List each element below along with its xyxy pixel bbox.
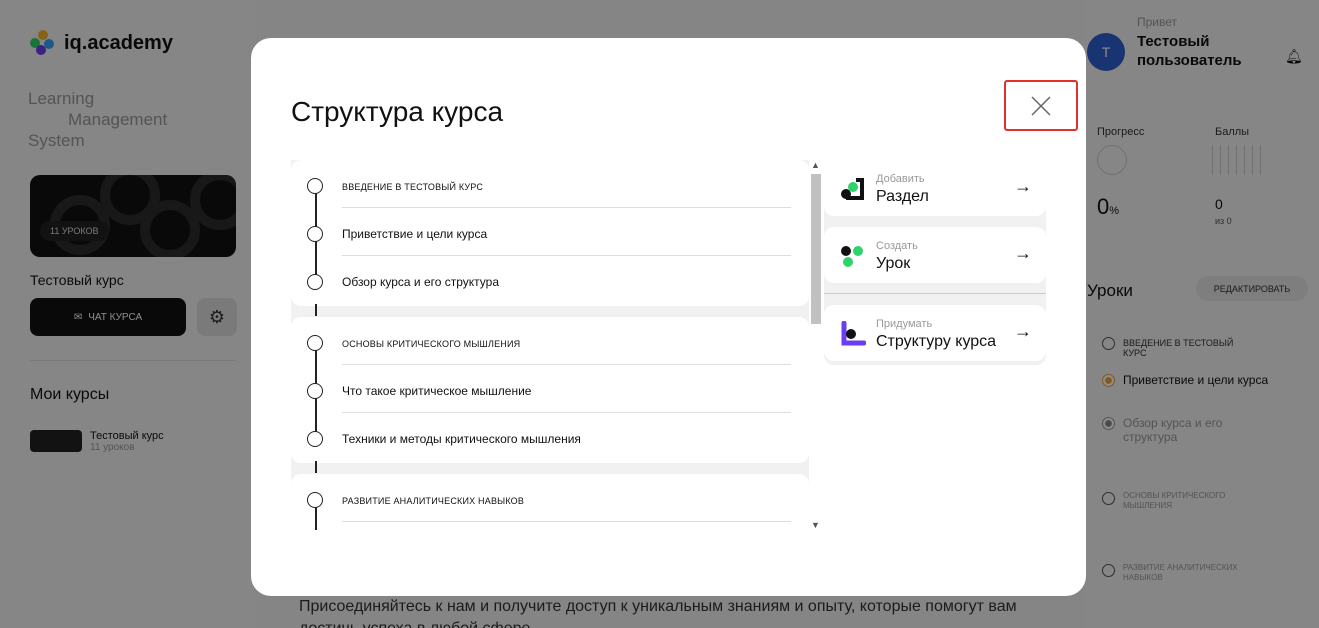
section-icon (841, 178, 864, 200)
ai-structure-icon (841, 321, 866, 346)
scroll-up-icon[interactable]: ▲ (811, 160, 820, 170)
structure-section: ВВЕДЕНИЕ В ТЕСТОВЫЙ КУРС Приветствие и ц… (291, 160, 809, 306)
structure-lesson-item[interactable]: Обзор курса и его структура (291, 256, 809, 304)
node-icon (307, 431, 323, 447)
generate-structure-button[interactable]: Придумать Структуру курса → (824, 305, 1046, 361)
close-icon (1031, 95, 1051, 116)
course-structure-modal: Структура курса ВВЕДЕНИЕ В ТЕСТОВЫЙ КУРС… (251, 38, 1086, 596)
node-icon (307, 178, 323, 194)
structure-item-label: Что такое критическое мышление (342, 384, 532, 398)
structure-section-item[interactable]: РАЗВИТИЕ АНАЛИТИЧЕСКИХ НАВЫКОВ (291, 474, 809, 522)
action-title: Структуру курса (876, 333, 997, 350)
structure-item-label: Техники и методы критического мышления (342, 432, 581, 446)
arrow-right-icon: → (1014, 243, 1032, 263)
structure-item-label: ВВЕДЕНИЕ В ТЕСТОВЫЙ КУРС (342, 182, 484, 192)
action-title: Раздел (876, 188, 929, 205)
node-icon (307, 226, 323, 242)
structure-scrollbar[interactable]: ▲ ▼ (809, 160, 824, 530)
structure-item-label: Обзор курса и его структура (342, 275, 500, 289)
scrollbar-thumb[interactable] (811, 174, 821, 324)
structure-section-item[interactable]: ОСНОВЫ КРИТИЧЕСКОГО МЫШЛЕНИЯ (291, 317, 809, 365)
add-section-button[interactable]: Добавить Раздел → (824, 160, 1046, 216)
node-icon (307, 335, 323, 351)
divider (824, 293, 1046, 294)
modal-title: Структура курса (291, 96, 504, 127)
create-lesson-button[interactable]: Создать Урок → (824, 227, 1046, 283)
structure-list[interactable]: ВВЕДЕНИЕ В ТЕСТОВЫЙ КУРС Приветствие и ц… (291, 160, 824, 530)
arrow-right-icon: → (1014, 176, 1032, 196)
action-title: Урок (876, 255, 911, 272)
scroll-down-icon[interactable]: ▼ (811, 520, 820, 530)
node-icon (307, 492, 323, 508)
structure-item-label: Приветствие и цели курса (342, 227, 488, 241)
structure-section: РАЗВИТИЕ АНАЛИТИЧЕСКИХ НАВЫКОВ (291, 474, 809, 530)
arrow-right-icon: → (1014, 321, 1032, 341)
action-caption: Придумать (876, 318, 933, 330)
node-icon (307, 274, 323, 290)
structure-section: ОСНОВЫ КРИТИЧЕСКОГО МЫШЛЕНИЯ Что такое к… (291, 317, 809, 463)
structure-item-label: РАЗВИТИЕ АНАЛИТИЧЕСКИХ НАВЫКОВ (342, 496, 525, 506)
node-icon (307, 383, 323, 399)
structure-item-label: ОСНОВЫ КРИТИЧЕСКОГО МЫШЛЕНИЯ (342, 339, 521, 349)
lesson-icon (841, 246, 863, 267)
structure-lesson-item[interactable]: Приветствие и цели курса (291, 208, 809, 256)
structure-lesson-item[interactable]: Что такое критическое мышление (291, 365, 809, 413)
close-button[interactable] (1004, 80, 1078, 131)
structure-lesson-item[interactable]: Техники и методы критического мышления (291, 413, 809, 461)
structure-section-item[interactable]: ВВЕДЕНИЕ В ТЕСТОВЫЙ КУРС (291, 160, 809, 208)
action-caption: Добавить (876, 173, 925, 185)
action-caption: Создать (876, 240, 918, 252)
